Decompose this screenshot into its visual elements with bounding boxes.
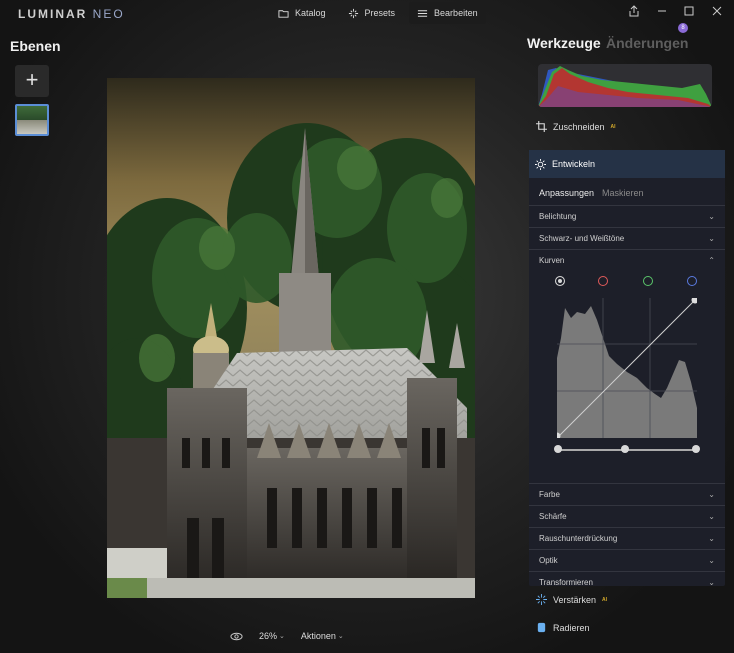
tab-aenderungen[interactable]: Änderungen — [606, 35, 688, 51]
tab-katalog-label: Katalog — [295, 8, 326, 18]
chevron-up-icon: ⌃ — [708, 256, 715, 265]
chevron-down-icon: ⌄ — [708, 234, 715, 243]
section-label: Optik — [539, 556, 558, 565]
tool-crop[interactable]: Zuschneiden AI — [536, 121, 616, 132]
enhance-icon — [536, 594, 547, 605]
slider-handle-left[interactable] — [554, 445, 562, 453]
curve-channel-selector — [555, 276, 697, 286]
eraser-icon — [537, 622, 546, 633]
chevron-down-icon: ⌄ — [279, 633, 285, 640]
section-label: Transformieren — [539, 578, 593, 587]
erase-label: Radieren — [553, 622, 590, 633]
top-navigation: Katalog Presets Bearbeiten — [270, 2, 486, 24]
section-rauschunterdrueckung[interactable]: Rauschunterdrückung ⌄ — [529, 527, 725, 549]
add-layer-button[interactable]: + — [15, 65, 49, 97]
section-label: Farbe — [539, 490, 560, 499]
section-label: Kurven — [539, 256, 565, 265]
tab-werkzeuge[interactable]: Werkzeuge — [527, 35, 601, 51]
bottom-bar: 26% ⌄ Aktionen ⌄ — [230, 628, 344, 644]
maximize-icon[interactable] — [683, 5, 695, 17]
section-label: Schwarz- und Weißtöne — [539, 234, 625, 243]
tab-anpassungen[interactable]: Anpassungen — [539, 188, 594, 205]
curve-graph[interactable] — [557, 298, 697, 438]
chevron-down-icon: ⌄ — [708, 490, 715, 499]
crop-icon — [536, 121, 547, 132]
folder-icon — [278, 9, 289, 18]
section-farbe[interactable]: Farbe ⌄ — [529, 483, 725, 505]
layers-panel: Ebenen + — [0, 26, 100, 653]
sparkle-icon — [348, 8, 358, 18]
actions-dropdown[interactable]: Aktionen ⌄ — [301, 631, 344, 641]
section-transformieren[interactable]: Transformieren ⌄ — [529, 571, 725, 593]
minimize-icon[interactable] — [656, 5, 668, 17]
tool-enhance[interactable]: Verstärken AI — [536, 594, 607, 605]
develop-header[interactable]: Entwickeln — [529, 150, 725, 178]
chevron-down-icon: ⌄ — [708, 534, 715, 543]
curves-editor — [529, 271, 725, 483]
chevron-down-icon: ⌄ — [337, 633, 344, 640]
section-label: Belichtung — [539, 212, 577, 221]
section-label: Schärfe — [539, 512, 567, 521]
channel-green-dot[interactable] — [643, 276, 653, 286]
zoom-value: 26% — [259, 631, 278, 641]
enhance-label: Verstärken — [553, 594, 597, 605]
chevron-down-icon: ⌄ — [708, 578, 715, 587]
cathedral-photo — [107, 78, 475, 598]
tab-bearbeiten-label: Bearbeiten — [434, 8, 478, 18]
sliders-icon — [417, 9, 428, 17]
slider-handle-right[interactable] — [692, 445, 700, 453]
histogram — [538, 64, 712, 107]
channel-blue-dot[interactable] — [687, 276, 697, 286]
actions-label: Aktionen — [300, 631, 336, 641]
tools-panel: Werkzeuge Änderungen 8 Zuschneiden AI En… — [526, 23, 734, 653]
chevron-down-icon: ⌄ — [708, 212, 715, 221]
tab-katalog[interactable]: Katalog — [270, 2, 334, 24]
enhance-ai-tag: AI — [602, 596, 608, 603]
layers-title: Ebenen — [10, 38, 61, 54]
section-label: Rauschunterdrückung — [539, 534, 618, 543]
tool-erase[interactable]: Radieren — [536, 622, 590, 633]
develop-tabs: Anpassungen Maskieren — [529, 178, 725, 205]
slider-handle-mid[interactable] — [621, 445, 629, 453]
changes-badge: 8 — [678, 23, 688, 33]
tab-presets[interactable]: Presets — [340, 2, 404, 24]
chevron-down-icon: ⌄ — [708, 556, 715, 565]
sun-icon — [535, 158, 546, 170]
channel-rgb-dot[interactable] — [555, 276, 565, 286]
photo-canvas[interactable] — [107, 78, 475, 598]
develop-title: Entwickeln — [552, 159, 596, 169]
logo-neo: NEO — [92, 7, 125, 21]
channel-red-dot[interactable] — [598, 276, 608, 286]
section-kurven[interactable]: Kurven ⌃ — [529, 249, 725, 271]
section-schwarz-weiss[interactable]: Schwarz- und Weißtöne ⌄ — [529, 227, 725, 249]
eye-icon[interactable] — [230, 630, 243, 643]
section-belichtung[interactable]: Belichtung ⌄ — [529, 205, 725, 227]
app-logo: LUMINAR NEO — [18, 7, 125, 21]
tab-presets-label: Presets — [364, 8, 396, 18]
share-icon[interactable] — [628, 5, 640, 17]
title-bar: LUMINAR NEO Katalog Presets Bearbeiten — [0, 0, 734, 26]
section-optik[interactable]: Optik ⌄ — [529, 549, 725, 571]
logo-main: LUMINAR — [18, 7, 88, 21]
tab-bearbeiten[interactable]: Bearbeiten — [409, 2, 486, 24]
develop-panel: Entwickeln Anpassungen Maskieren Belicht… — [529, 150, 725, 587]
crop-ai-tag: AI — [610, 123, 616, 130]
crop-label: Zuschneiden — [553, 121, 605, 132]
close-icon[interactable] — [711, 5, 723, 17]
section-schaerfe[interactable]: Schärfe ⌄ — [529, 505, 725, 527]
zoom-dropdown[interactable]: 26% ⌄ — [259, 631, 285, 641]
layer-thumbnail[interactable] — [15, 104, 49, 136]
chevron-down-icon: ⌄ — [708, 512, 715, 521]
tab-maskieren[interactable]: Maskieren — [602, 188, 644, 205]
